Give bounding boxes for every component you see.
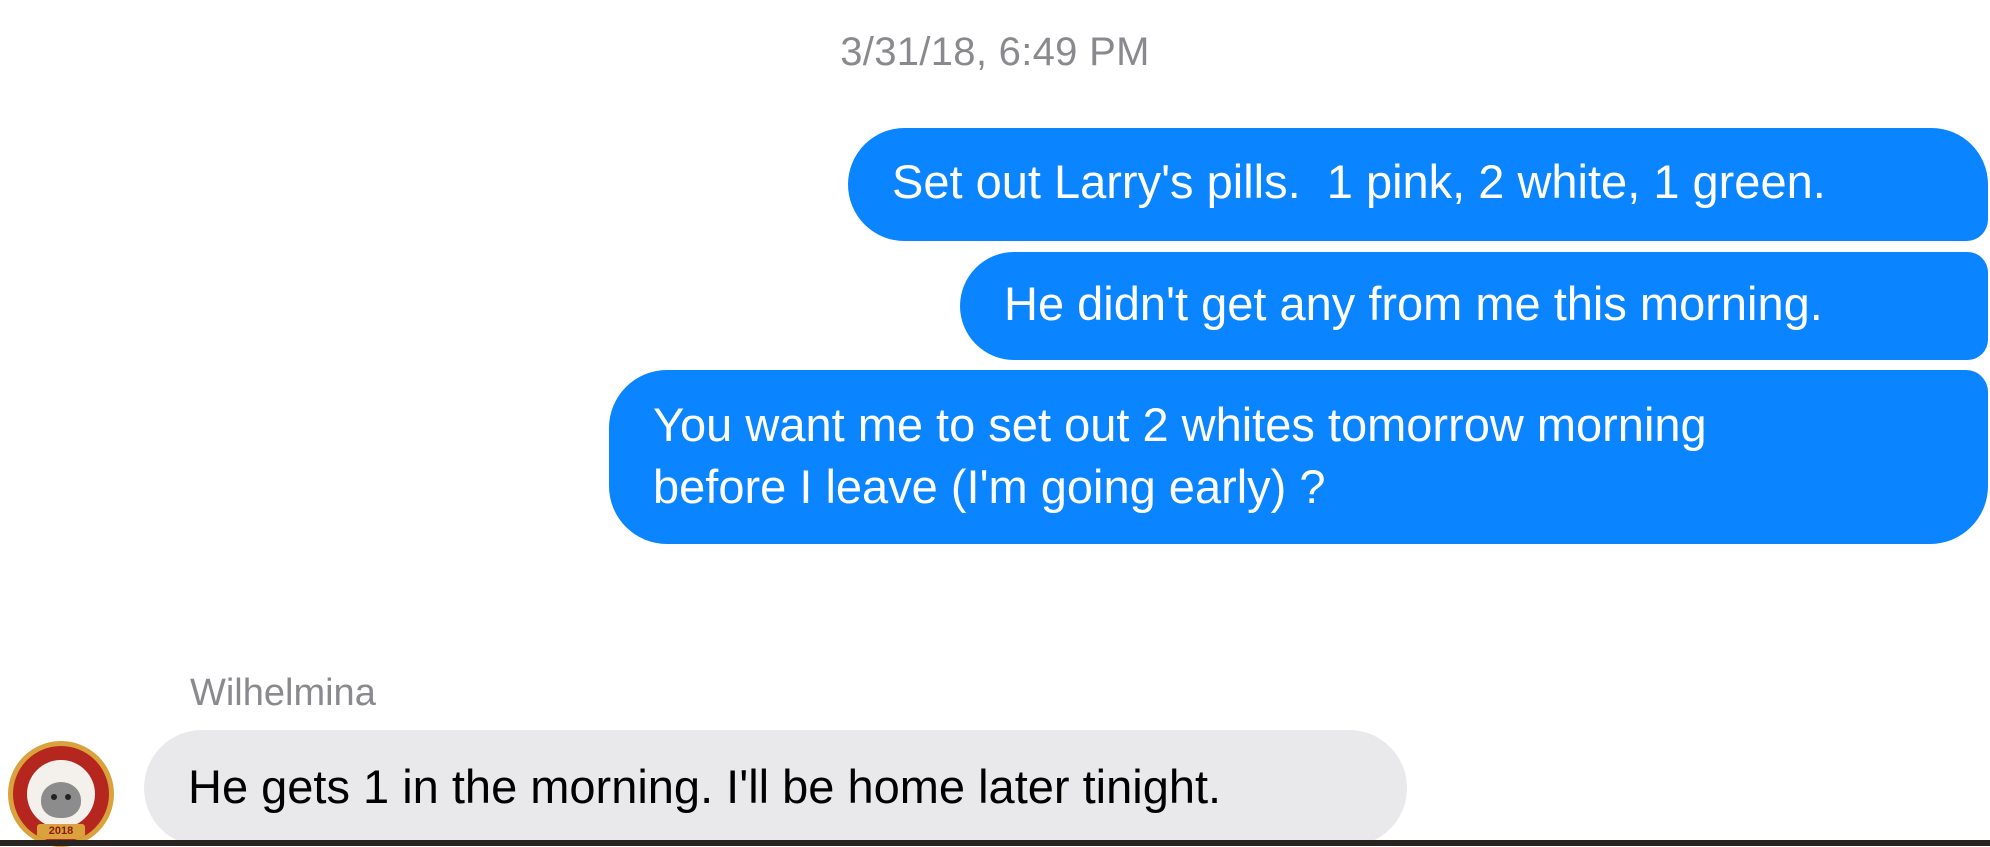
avatar-year-badge: 2018 [37, 824, 85, 839]
window-bottom-edge [0, 840, 1990, 846]
sender-name: Wilhelmina [190, 672, 376, 714]
outgoing-message-bubble[interactable]: You want me to set out 2 whites tomorrow… [609, 370, 1988, 544]
dog-face-icon [41, 782, 81, 818]
outgoing-message-bubble[interactable]: He didn't get any from me this morning. [960, 252, 1988, 360]
avatar-eye-right [65, 794, 71, 800]
avatar-eye-left [51, 794, 57, 800]
avatar-photo [27, 760, 95, 828]
outgoing-message-bubble[interactable]: Set out Larry's pills. 1 pink, 2 white, … [848, 128, 1988, 241]
incoming-message-bubble[interactable]: He gets 1 in the morning. I'll be home l… [144, 730, 1407, 846]
message-timestamp: 3/31/18, 6:49 PM [840, 30, 1150, 74]
sender-avatar[interactable]: 2018 [8, 741, 114, 847]
